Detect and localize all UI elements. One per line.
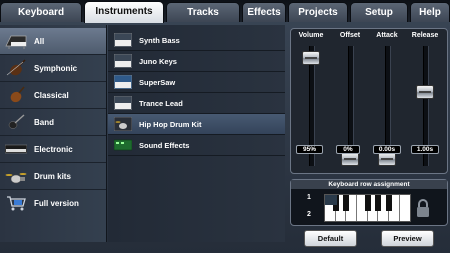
synth-icon bbox=[114, 96, 132, 110]
instrument-item-trance-lead[interactable]: Trance Lead bbox=[108, 93, 285, 114]
category-item-electronic[interactable]: Electronic bbox=[0, 136, 106, 163]
category-label: Symphonic bbox=[34, 64, 78, 73]
synth-keyboard-icon bbox=[5, 144, 27, 154]
volume-value: 95% bbox=[296, 145, 323, 154]
slider-label-volume: Volume bbox=[298, 32, 324, 39]
tab-setup[interactable]: Setup bbox=[350, 2, 408, 22]
violin-icon bbox=[10, 86, 25, 103]
guitar-icon bbox=[8, 114, 25, 129]
keyboard-row-assignment-panel: Keyboard row assignment 1 2 bbox=[290, 179, 448, 226]
drum-kit-icon bbox=[325, 195, 337, 205]
release-value: 1.00s bbox=[411, 145, 439, 154]
drum-kit-icon bbox=[114, 117, 132, 131]
preview-button[interactable]: Preview bbox=[381, 230, 434, 247]
offset-value: 0% bbox=[336, 145, 360, 154]
offset-slider-handle[interactable] bbox=[341, 152, 359, 166]
attack-value: 0.00s bbox=[373, 145, 401, 154]
tab-effects[interactable]: Effects bbox=[242, 2, 286, 22]
synth-icon bbox=[114, 33, 132, 47]
instrument-item-synth-bass[interactable]: Synth Bass bbox=[108, 30, 285, 51]
synth-icon bbox=[114, 75, 132, 89]
instrument-label: Hip Hop Drum Kit bbox=[139, 120, 202, 129]
category-item-band[interactable]: Band bbox=[0, 109, 106, 136]
slider-label-release: Release bbox=[411, 32, 439, 39]
slider-label-attack: Attack bbox=[376, 32, 398, 39]
release-slider-handle[interactable] bbox=[416, 85, 434, 99]
category-list: All Symphonic Classical Band Electronic … bbox=[0, 25, 107, 242]
lock-icon[interactable] bbox=[415, 198, 431, 218]
instrument-item-supersaw[interactable]: SuperSaw bbox=[108, 72, 285, 93]
tab-bar: Keyboard Instruments Tracks Effects Proj… bbox=[0, 0, 450, 23]
volume-slider-handle[interactable] bbox=[302, 51, 320, 65]
keyboard-row-assignment-title: Keyboard row assignment bbox=[291, 180, 447, 189]
instrument-item-juno-keys[interactable]: Juno Keys bbox=[108, 51, 285, 72]
category-label: Band bbox=[34, 118, 54, 127]
tab-instruments[interactable]: Instruments bbox=[84, 1, 164, 23]
instrument-item-sound-effects[interactable]: Sound Effects bbox=[108, 135, 285, 156]
category-label: Drum kits bbox=[34, 172, 71, 181]
keyboard-row-preview[interactable] bbox=[324, 194, 411, 222]
category-item-symphonic[interactable]: Symphonic bbox=[0, 55, 106, 82]
default-button[interactable]: Default bbox=[304, 230, 357, 247]
attack-slider-handle[interactable] bbox=[378, 152, 396, 166]
sound-effects-icon bbox=[114, 139, 132, 151]
violin-icon bbox=[6, 59, 26, 76]
instrument-label: Synth Bass bbox=[139, 36, 180, 45]
tab-projects[interactable]: Projects bbox=[288, 2, 348, 22]
category-label: Full version bbox=[34, 199, 79, 208]
shopping-cart-icon bbox=[7, 196, 26, 211]
synth-icon bbox=[114, 54, 132, 68]
category-item-full-version[interactable]: Full version bbox=[0, 190, 106, 217]
tab-tracks[interactable]: Tracks bbox=[166, 2, 240, 22]
instrument-label: Trance Lead bbox=[139, 99, 183, 108]
tab-help[interactable]: Help bbox=[410, 2, 450, 22]
category-label: All bbox=[34, 37, 45, 46]
instrument-label: SuperSaw bbox=[139, 78, 176, 87]
row-number-2: 2 bbox=[307, 211, 311, 218]
instrument-list: Synth Bass Juno Keys SuperSaw Trance Lea… bbox=[108, 25, 285, 242]
category-item-all[interactable]: All bbox=[0, 28, 106, 55]
app-window: Keyboard Instruments Tracks Effects Proj… bbox=[0, 0, 450, 253]
instrument-item-hip-hop-drum-kit[interactable]: Hip Hop Drum Kit bbox=[108, 114, 285, 135]
category-label: Electronic bbox=[34, 145, 73, 154]
category-label: Classical bbox=[34, 91, 69, 100]
piano-icon bbox=[5, 35, 27, 49]
category-item-drum-kits[interactable]: Drum kits bbox=[0, 163, 106, 190]
slider-label-offset: Offset bbox=[339, 32, 361, 39]
drum-kit-icon bbox=[5, 173, 27, 184]
instrument-label: Sound Effects bbox=[139, 141, 190, 150]
category-item-classical[interactable]: Classical bbox=[0, 82, 106, 109]
row-number-1: 1 bbox=[307, 194, 311, 201]
instrument-label: Juno Keys bbox=[139, 57, 177, 66]
tab-keyboard[interactable]: Keyboard bbox=[0, 2, 82, 22]
